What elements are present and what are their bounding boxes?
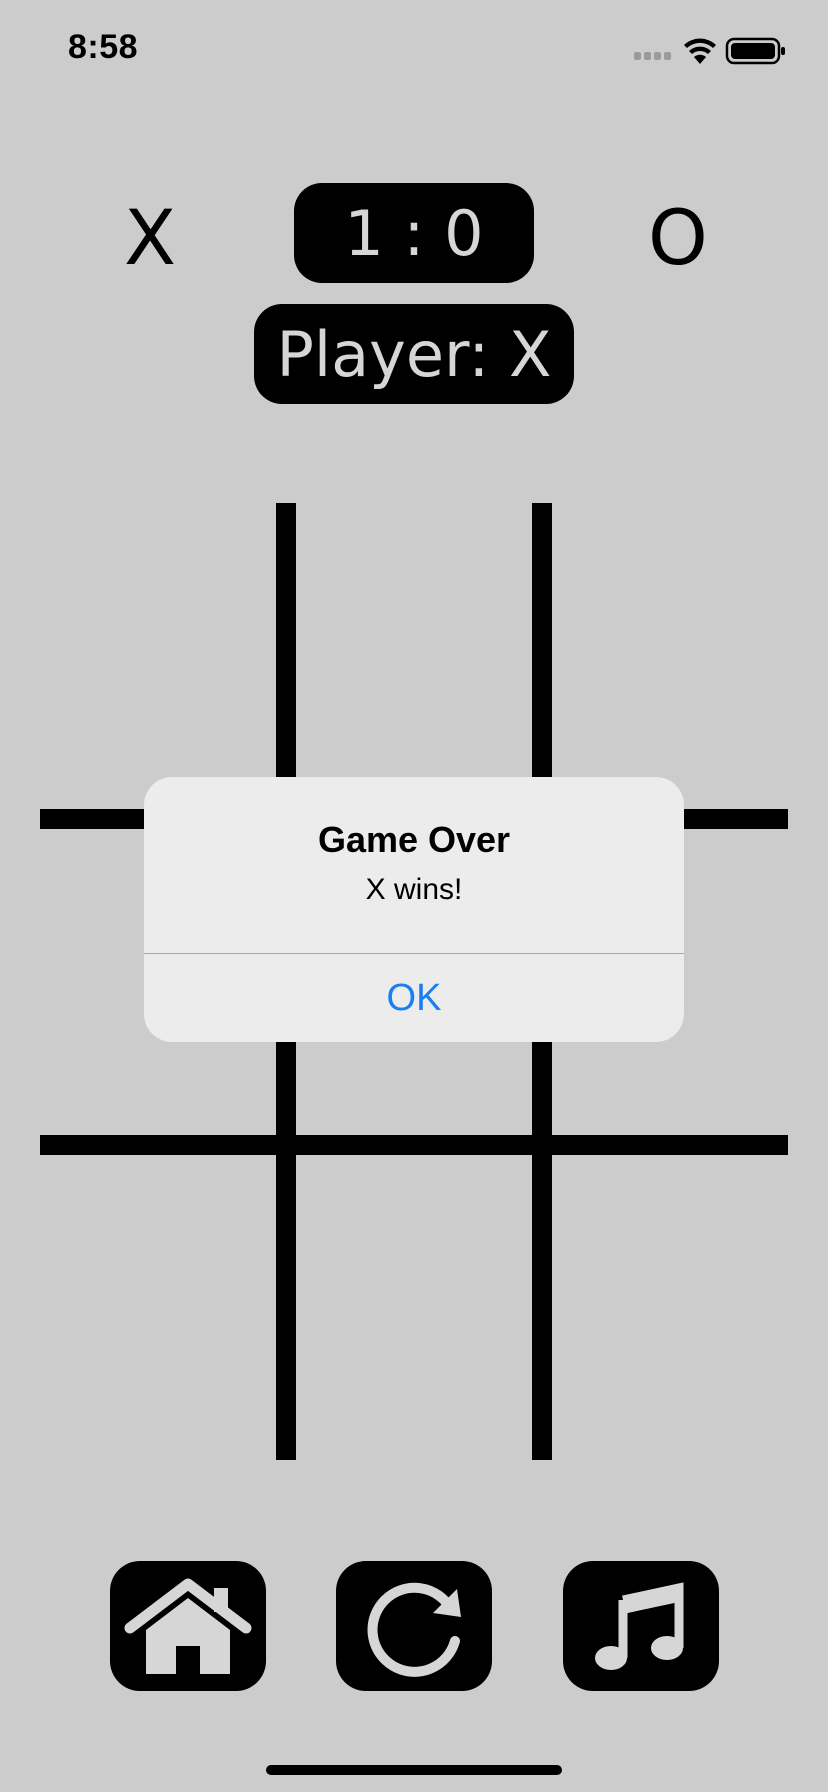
- game-over-alert: Game Over X wins! OK: [144, 777, 684, 1042]
- ok-button[interactable]: OK: [144, 954, 684, 1042]
- alert-overlay: Game Over X wins! OK: [0, 0, 828, 1792]
- alert-title: Game Over: [317, 819, 511, 860]
- alert-message: X wins!: [365, 873, 463, 906]
